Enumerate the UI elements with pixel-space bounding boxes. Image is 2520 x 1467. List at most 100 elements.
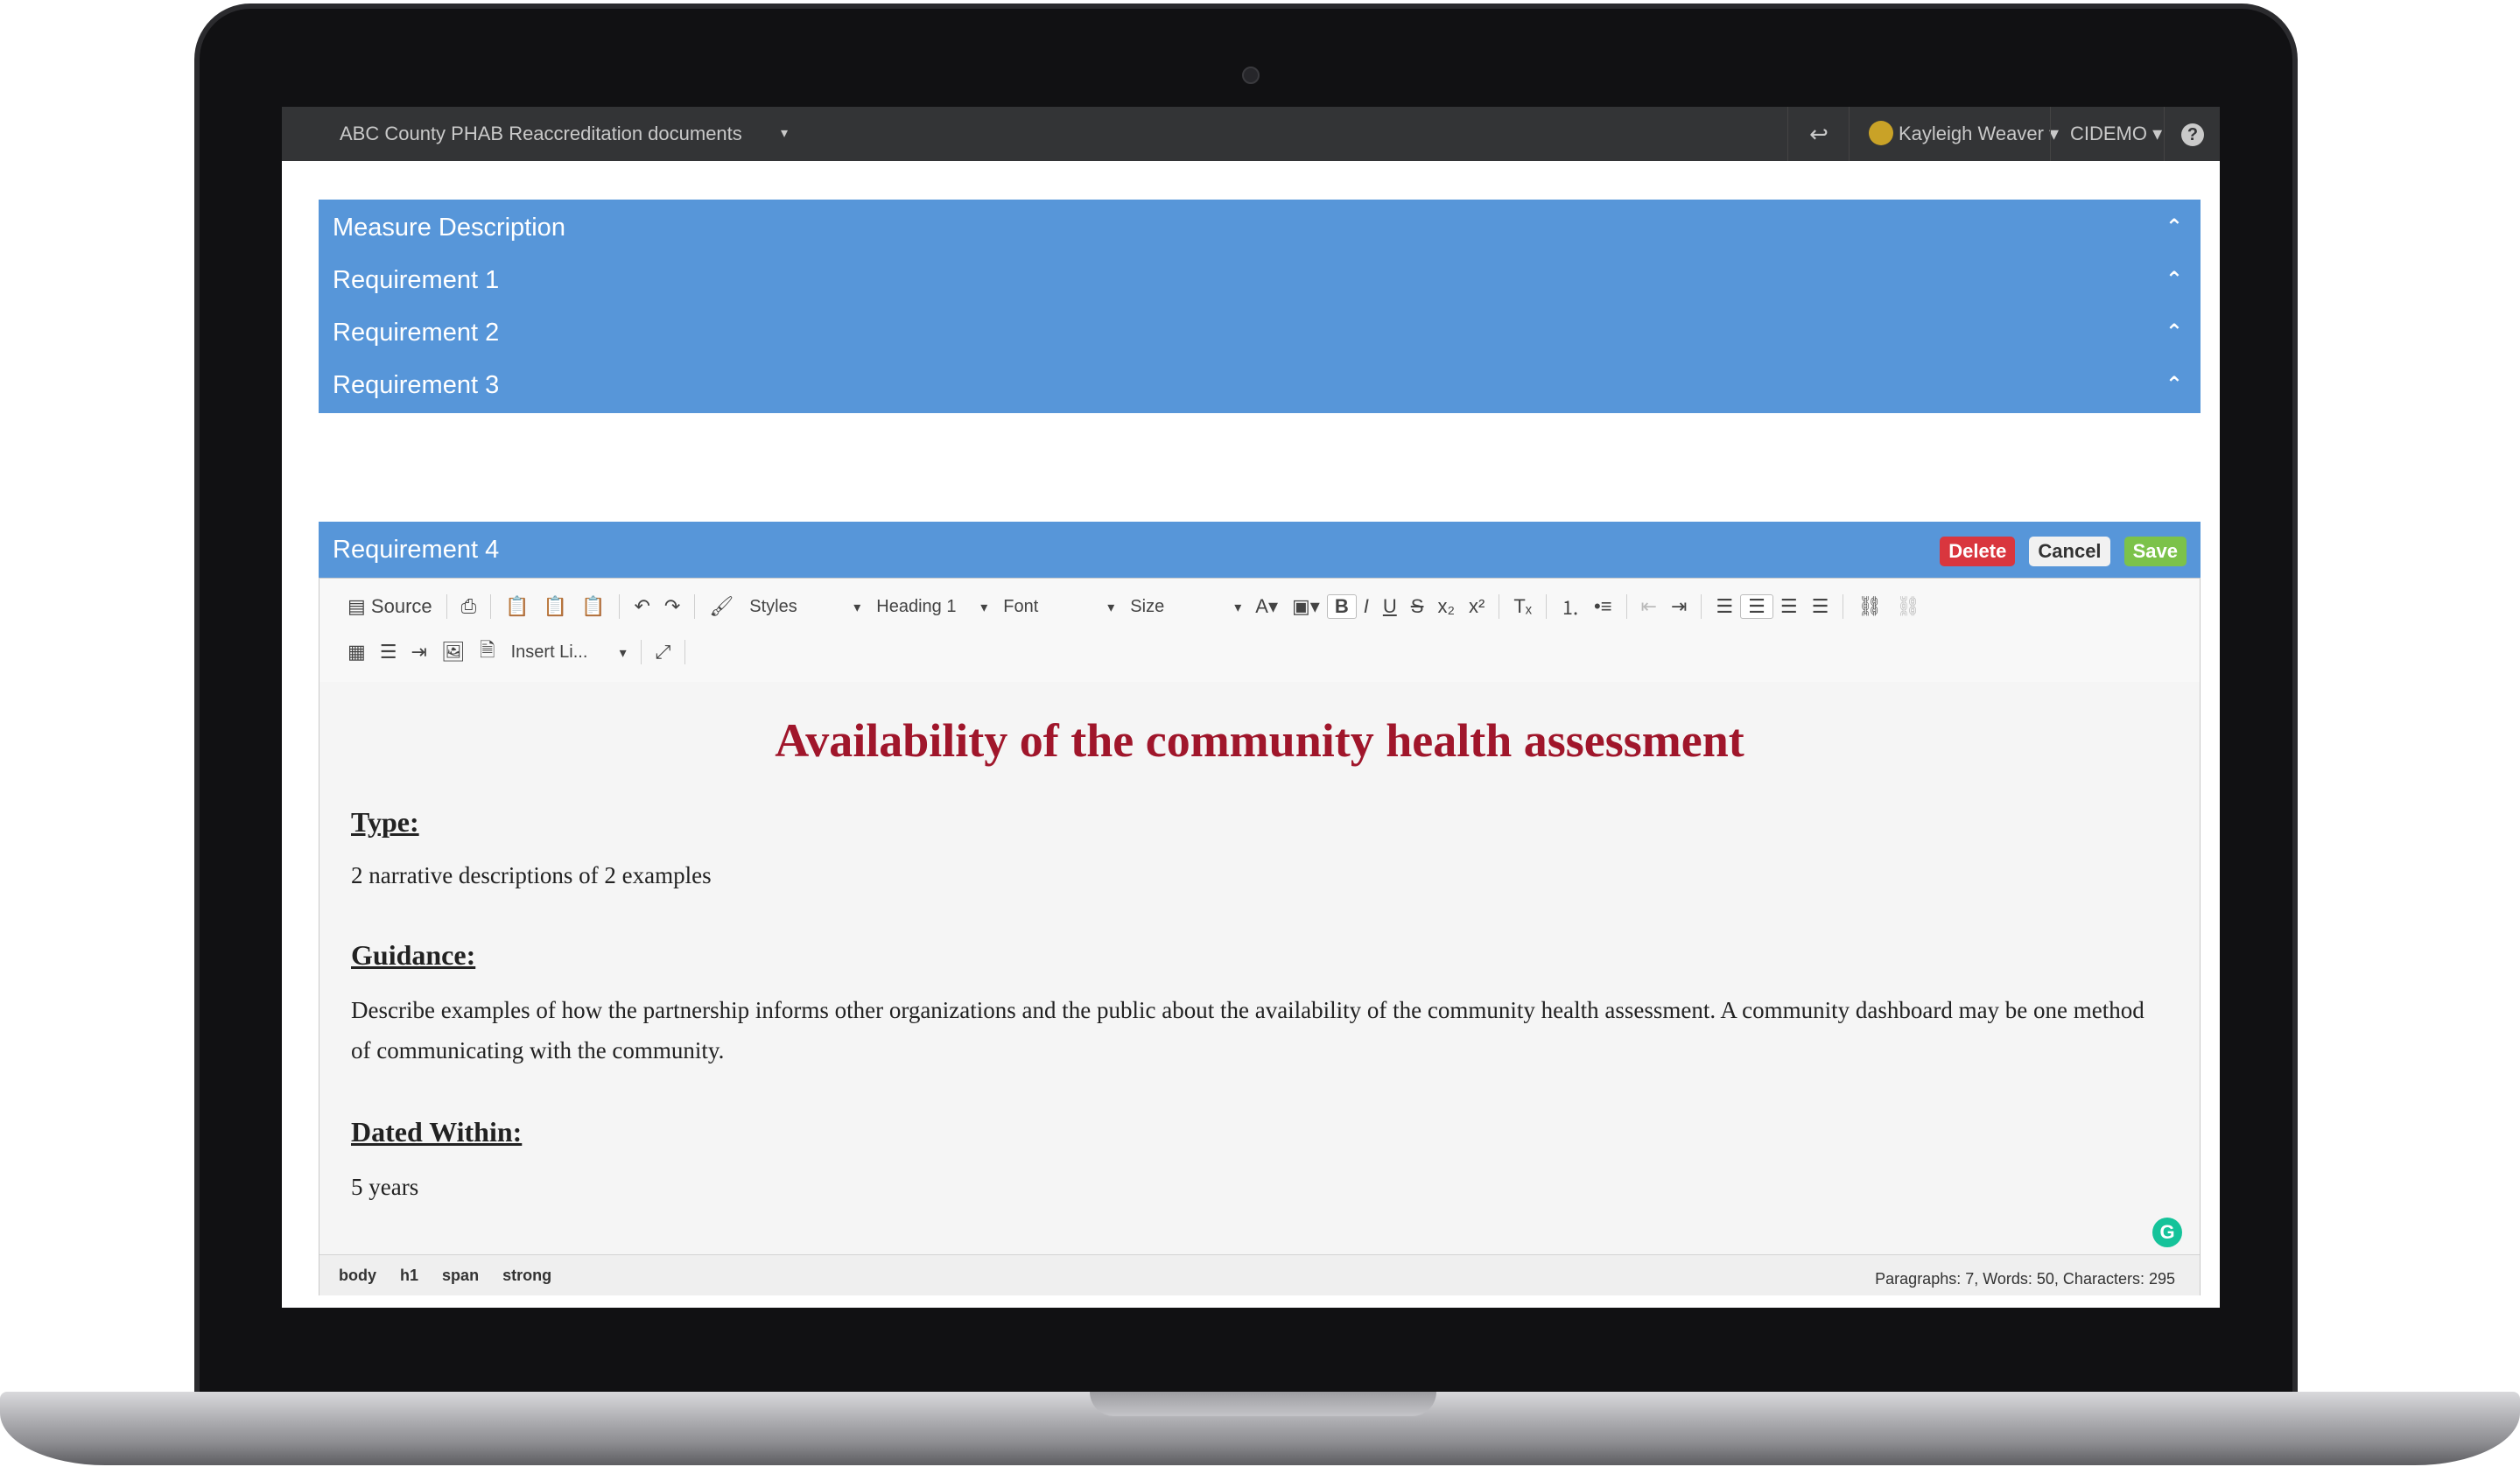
- path-item[interactable]: body: [339, 1267, 376, 1284]
- dated-within-text: 5 years: [351, 1174, 419, 1200]
- panel-measure-description[interactable]: Measure Description ⌃: [319, 200, 2201, 256]
- type-label: Type:: [351, 806, 419, 838]
- source-icon: ▤: [347, 595, 366, 617]
- path-item[interactable]: span: [442, 1267, 479, 1284]
- help-icon: ?: [2181, 123, 2204, 146]
- panel-requirement-3[interactable]: Requirement 3 ⌃: [319, 357, 2201, 413]
- panel-requirement-4: Requirement 4 Delete Cancel Save: [319, 522, 2201, 578]
- chevron-up-icon[interactable]: ⌃: [2166, 357, 2183, 413]
- editor-content[interactable]: Availability of the community health ass…: [319, 682, 2200, 1254]
- numbered-list-icon[interactable]: ⒈: [1554, 593, 1587, 621]
- align-left-icon[interactable]: ☰: [1709, 595, 1740, 618]
- guidance-text: Describe examples of how the partnership…: [351, 997, 2144, 1063]
- panel-title: Requirement 1: [333, 266, 500, 294]
- undo-icon[interactable]: ↶: [627, 595, 656, 618]
- horizontal-rule-icon[interactable]: ☰: [373, 641, 404, 663]
- guidance-label: Guidance:: [351, 939, 476, 971]
- editor-status-bar: body h1 span strong Paragraphs: 7, Words…: [319, 1254, 2200, 1295]
- content-heading: Availability of the community health ass…: [775, 714, 1744, 767]
- path-item[interactable]: strong: [502, 1267, 551, 1284]
- paste-text-icon[interactable]: 📋: [537, 595, 574, 618]
- user-menu[interactable]: Kayleigh Weaver ▾: [1849, 107, 2059, 161]
- maximize-icon[interactable]: ⤢: [649, 641, 678, 663]
- toolbar-separator: [1625, 594, 1627, 619]
- path-item[interactable]: h1: [400, 1267, 418, 1284]
- toolbar-separator: [1545, 594, 1547, 619]
- document-title[interactable]: ABC County PHAB Reaccreditation document…: [340, 107, 742, 161]
- size-combo[interactable]: Size: [1121, 597, 1248, 617]
- image-icon[interactable]: 🖼: [434, 641, 473, 663]
- toolbar-separator: [619, 594, 621, 619]
- toolbar-separator: [1701, 594, 1702, 619]
- styles-combo[interactable]: Styles: [741, 597, 867, 617]
- cancel-button[interactable]: Cancel: [2029, 537, 2110, 566]
- print-icon[interactable]: ⎙: [454, 595, 484, 618]
- italic-icon[interactable]: I: [1357, 595, 1376, 618]
- file-icon[interactable]: 🗎: [473, 635, 502, 669]
- superscript-icon[interactable]: x²: [1462, 595, 1492, 618]
- source-label: Source: [370, 595, 432, 617]
- toolbar-row-2: ▦ ☰ ⇥ 🖼 🗎 Insert Li... ⤢: [340, 633, 692, 671]
- source-button[interactable]: ▤ Source: [340, 595, 439, 618]
- help-button[interactable]: ?: [2164, 107, 2220, 161]
- bulleted-list-icon[interactable]: •≡: [1587, 595, 1619, 618]
- strikethrough-icon[interactable]: S: [1404, 595, 1431, 618]
- align-right-icon[interactable]: ☰: [1773, 595, 1805, 618]
- user-name: Kayleigh Weaver ▾: [1899, 123, 2060, 144]
- editor-toolbar: ▤ Source ⎙ 📋 📋 📋 ↶ ↷ 🖌 Styles Heading 1 …: [319, 579, 2200, 683]
- chevron-up-icon[interactable]: ⌃: [2166, 305, 2183, 361]
- bold-icon[interactable]: B: [1326, 594, 1357, 619]
- paste-icon[interactable]: 📋: [498, 595, 536, 618]
- paste-word-icon[interactable]: 📋: [574, 595, 612, 618]
- laptop-notch: [1090, 1392, 1436, 1416]
- align-justify-icon[interactable]: ☰: [1805, 595, 1836, 618]
- type-text: 2 narrative descriptions of 2 examples: [351, 862, 712, 888]
- panel-title: Measure Description: [333, 214, 565, 242]
- panel-requirement-2[interactable]: Requirement 2 ⌃: [319, 305, 2201, 361]
- remove-format-icon[interactable]: Tₓ: [1506, 595, 1539, 618]
- toolbar-separator: [694, 594, 696, 619]
- panel-requirement-1[interactable]: Requirement 1 ⌃: [319, 252, 2201, 308]
- panel-actions: Delete Cancel Save: [1933, 534, 2187, 566]
- camera: [1242, 67, 1260, 84]
- toolbar-row-1: ▤ Source ⎙ 📋 📋 📋 ↶ ↷ 🖌 Styles Heading 1 …: [340, 587, 1927, 626]
- page-break-icon[interactable]: ⇥: [404, 641, 434, 663]
- rich-text-editor: ▤ Source ⎙ 📋 📋 📋 ↶ ↷ 🖌 Styles Heading 1 …: [319, 578, 2201, 1295]
- toolbar-separator: [640, 640, 642, 664]
- panel-title: Requirement 2: [333, 319, 500, 347]
- indent-icon[interactable]: ⇥: [1664, 595, 1694, 618]
- grammarly-icon[interactable]: G: [2152, 1218, 2182, 1247]
- back-icon[interactable]: ↩: [1787, 107, 1850, 161]
- chevron-up-icon[interactable]: ⌃: [2166, 200, 2183, 256]
- copy-format-icon[interactable]: 🖌: [702, 595, 741, 618]
- insert-link-combo[interactable]: Insert Li...: [502, 642, 634, 663]
- org-menu[interactable]: CIDEMO ▾: [2050, 107, 2164, 161]
- format-combo[interactable]: Heading 1: [867, 597, 994, 617]
- top-bar: ABC County PHAB Reaccreditation document…: [282, 107, 2220, 161]
- panel-title: Requirement 3: [333, 371, 500, 399]
- toolbar-separator: [446, 594, 447, 619]
- user-avatar-icon: [1869, 121, 1893, 146]
- text-color-icon[interactable]: A▾: [1248, 595, 1285, 618]
- screen: ABC County PHAB Reaccreditation document…: [282, 107, 2220, 1308]
- link-icon[interactable]: ⛓: [1850, 595, 1889, 618]
- elements-path: body h1 span strong: [339, 1255, 571, 1295]
- dated-within-label: Dated Within:: [351, 1116, 523, 1148]
- background-color-icon[interactable]: ▣▾: [1285, 595, 1327, 618]
- redo-icon[interactable]: ↷: [657, 595, 687, 618]
- align-center-icon[interactable]: ☰: [1740, 594, 1773, 619]
- word-count: Paragraphs: 7, Words: 50, Characters: 29…: [1875, 1270, 2175, 1288]
- unlink-icon[interactable]: ⛓: [1889, 595, 1927, 618]
- toolbar-separator: [490, 594, 492, 619]
- delete-button[interactable]: Delete: [1940, 537, 2016, 566]
- panel-title: Requirement 4: [333, 536, 500, 564]
- table-icon[interactable]: ▦: [340, 641, 373, 663]
- chevron-up-icon[interactable]: ⌃: [2166, 252, 2183, 308]
- subscript-icon[interactable]: x₂: [1430, 595, 1462, 618]
- underline-icon[interactable]: U: [1376, 595, 1404, 618]
- save-button[interactable]: Save: [2123, 537, 2187, 566]
- toolbar-separator: [684, 640, 686, 664]
- document-dropdown-icon[interactable]: ▾: [781, 107, 788, 161]
- font-combo[interactable]: Font: [994, 597, 1121, 617]
- outdent-icon[interactable]: ⇤: [1634, 595, 1664, 618]
